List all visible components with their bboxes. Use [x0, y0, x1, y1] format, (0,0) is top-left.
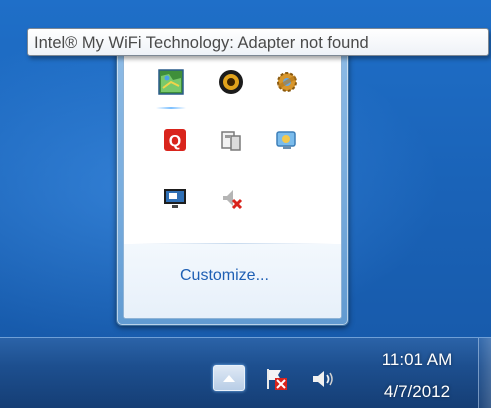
customize-link[interactable]: Customize...: [180, 267, 269, 285]
taskbar: 11:01 AM 4/7/2012: [0, 337, 491, 408]
clock-date: 4/7/2012: [383, 382, 451, 401]
system-clock[interactable]: 11:01 AM 4/7/2012: [358, 348, 476, 404]
clock-time: 11:01 AM: [381, 350, 453, 369]
show-hidden-icons-button[interactable]: [213, 365, 245, 391]
q-app-icon[interactable]: Q: [160, 125, 190, 155]
flyout-panel: Q Customize...: [123, 51, 342, 319]
chevron-up-icon: [223, 375, 235, 382]
settings-gear-icon[interactable]: [272, 67, 302, 97]
svg-text:Q: Q: [169, 133, 181, 150]
show-desktop-button[interactable]: [478, 338, 491, 408]
removable-device-icon[interactable]: [216, 125, 246, 155]
volume-speaker-icon[interactable]: [310, 366, 336, 397]
display-settings-icon[interactable]: [272, 125, 302, 155]
selected-indicator: [156, 107, 186, 109]
tooltip-text: Intel® My WiFi Technology: Adapter not f…: [34, 34, 369, 52]
action-center-flag-icon[interactable]: [263, 366, 289, 397]
monitor-remote-icon[interactable]: [160, 183, 190, 213]
wireless-disabled-icon[interactable]: [216, 183, 246, 213]
wifi-status-tooltip: Intel® My WiFi Technology: Adapter not f…: [27, 28, 489, 56]
notification-area-overflow-flyout: Q Customize...: [116, 50, 349, 326]
media-player-icon[interactable]: [216, 67, 246, 97]
network-map-icon[interactable]: [156, 67, 186, 97]
